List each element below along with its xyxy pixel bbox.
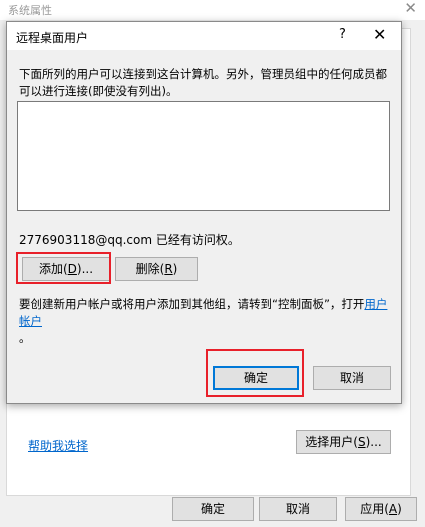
parent-apply-button[interactable]: 应用(A) (345, 497, 417, 521)
select-users-suffix: )... (365, 435, 382, 449)
close-icon[interactable]: ✕ (404, 0, 417, 17)
dialog-titlebar: 远程桌面用户 ? ✕ (7, 22, 401, 50)
select-users-label: 选择用户( (305, 435, 358, 449)
parent-cancel-button[interactable]: 取消 (259, 497, 337, 521)
add-user-button[interactable]: 添加(D)... (22, 257, 110, 281)
remove-user-button[interactable]: 删除(R) (115, 257, 198, 281)
select-users-button[interactable]: 选择用户(S)... (296, 430, 391, 454)
access-status-text: 2776903118@qq.com 已经有访问权。 (19, 233, 240, 247)
close-icon[interactable]: ✕ (373, 25, 386, 44)
add-suffix: )... (76, 262, 94, 276)
dialog-ok-button[interactable]: 确定 (213, 366, 299, 390)
parent-window-title: 系统属性 (8, 4, 52, 17)
dialog-cancel-button[interactable]: 取消 (313, 366, 391, 390)
parent-ok-button[interactable]: 确定 (172, 497, 254, 521)
remove-accel: R (164, 262, 173, 276)
add-accel: D (67, 262, 77, 276)
hint-text: 要创建新用户帐户或将用户添加到其他组，请转到“控制面板”，打开 (19, 297, 365, 311)
add-label: 添加( (38, 262, 68, 276)
apply-accel: A (388, 502, 398, 516)
dialog-description: 下面所列的用户可以连接到这台计算机。另外，管理员组中的任何成员都可以进行连接(即… (19, 67, 387, 98)
remove-suffix: ) (172, 262, 178, 276)
hint-end: 。 (19, 331, 31, 345)
select-users-accel: S (357, 435, 366, 449)
screen: 系统属性 ✕ 帮助我选择 选择用户(S)... 确定 取消 应用(A) 远程桌面… (0, 0, 425, 527)
help-icon[interactable]: ? (339, 27, 346, 42)
apply-label: 应用( (360, 502, 389, 516)
parent-titlebar: 系统属性 ✕ (0, 0, 425, 20)
dialog-title: 远程桌面用户 (16, 31, 89, 45)
remote-desktop-users-dialog: 远程桌面用户 ? ✕ 下面所列的用户可以连接到这台计算机。另外，管理员组中的任何… (6, 21, 402, 404)
help-me-choose-link[interactable]: 帮助我选择 (28, 437, 88, 454)
user-listbox[interactable] (17, 101, 390, 211)
create-account-hint: 要创建新用户帐户或将用户添加到其他组，请转到“控制面板”，打开用户帐户。 (19, 296, 397, 347)
remove-label: 删除( (135, 262, 165, 276)
apply-suffix: ) (397, 502, 402, 516)
